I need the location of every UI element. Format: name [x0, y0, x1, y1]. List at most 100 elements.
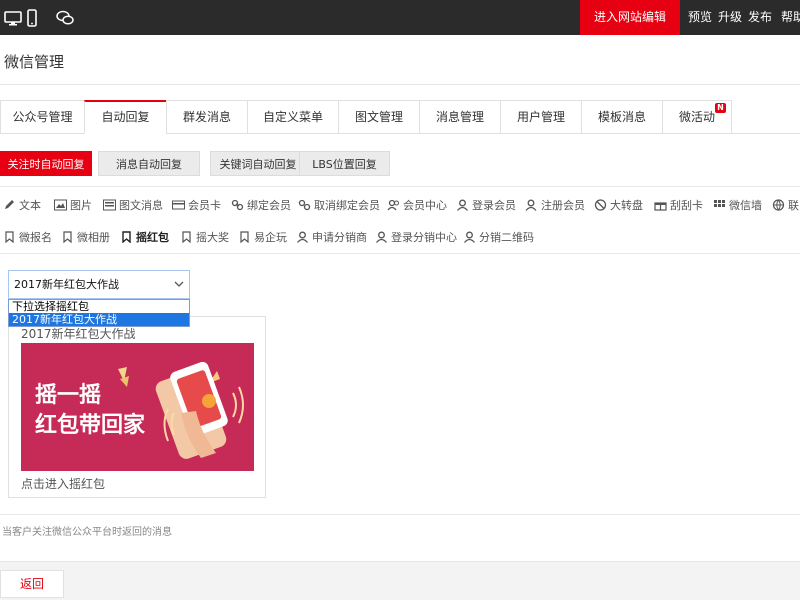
subtab-follow-auto-reply[interactable]: 关注时自动回复: [0, 151, 92, 176]
tool-distribution-qrcode[interactable]: 分销二维码: [463, 230, 534, 246]
help-link[interactable]: 帮助: [781, 0, 800, 35]
tool-shake-red-packet-label: 摇红包: [136, 231, 169, 244]
user-icon: [457, 199, 468, 211]
tool-image[interactable]: 图片: [54, 198, 92, 214]
subtab-message-auto-reply[interactable]: 消息自动回复: [98, 151, 200, 176]
tool-shake-prize-label: 摇大奖: [196, 231, 229, 244]
tool-scratch-card[interactable]: 刮刮卡: [654, 198, 703, 214]
divider: [0, 253, 800, 254]
tab-message-management[interactable]: 消息管理: [419, 100, 500, 134]
tool-shake-red-packet[interactable]: 摇红包: [120, 230, 169, 246]
tool-news-label: 图文消息: [119, 199, 163, 212]
tool-apply-distributor[interactable]: 申请分销商: [296, 230, 367, 246]
wechat-icon[interactable]: [56, 9, 74, 27]
card-title: 2017新年红包大作战: [21, 327, 136, 341]
globe-icon: [772, 199, 785, 211]
tab-micro-activity[interactable]: 微活动 N: [662, 100, 732, 134]
tool-login-member-label: 登录会员: [472, 199, 516, 212]
tool-unbind-member[interactable]: 取消绑定会员: [298, 198, 380, 214]
red-packet-select[interactable]: 2017新年红包大作战: [8, 270, 190, 299]
tool-register-member[interactable]: 注册会员: [525, 198, 585, 214]
tool-apply-distributor-label: 申请分销商: [312, 231, 367, 244]
tab-micro-activity-label: 微活动: [678, 110, 715, 124]
tool-wechat-wall-label: 微信墙: [729, 199, 762, 212]
user-add-icon: [525, 199, 537, 211]
red-packet-preview-card: 2017新年红包大作战 摇一摇 红包带回家 点击进入摇红包: [8, 316, 266, 498]
tool-yiqiwan-label: 易企玩: [254, 231, 287, 244]
tool-member-card[interactable]: 会员卡: [172, 198, 221, 214]
gift-icon: [654, 202, 667, 211]
tool-bind-member-label: 绑定会员: [247, 199, 291, 212]
publish-link[interactable]: 发布: [748, 0, 772, 35]
tool-micro-album-label: 微相册: [77, 231, 110, 244]
enter-site-editor-button[interactable]: 进入网站编辑: [580, 0, 680, 35]
tab-account-management[interactable]: 公众号管理: [0, 100, 84, 134]
divider: [0, 84, 800, 85]
top-bar: 进入网站编辑 预览 升级 发布 帮助: [0, 0, 800, 35]
divider: [0, 514, 800, 515]
tool-scratch-card-label: 刮刮卡: [670, 199, 703, 212]
page-title: 微信管理: [4, 53, 65, 71]
red-packet-dropdown: 下拉选择摇红包 2017新年红包大作战: [8, 299, 190, 327]
banner-slogan-line1: 摇一摇: [35, 383, 102, 408]
dropdown-option-placeholder[interactable]: 下拉选择摇红包: [9, 300, 189, 313]
tool-contact-label: 联系: [788, 199, 800, 212]
tool-contact[interactable]: 联系: [772, 198, 800, 214]
tab-mass-message[interactable]: 群发消息: [166, 100, 247, 134]
tool-distribution-qrcode-label: 分销二维码: [479, 231, 534, 244]
tool-member-center-label: 会员中心: [403, 199, 447, 212]
chevron-down-icon: [174, 281, 184, 287]
bottom-bar: [0, 561, 800, 600]
tool-image-label: 图片: [70, 199, 92, 212]
subtab-keyword-auto-reply[interactable]: 关键词自动回复: [210, 151, 306, 176]
wheel-icon: [594, 199, 607, 211]
tab-article-management[interactable]: 图文管理: [338, 100, 419, 134]
tool-bind-member[interactable]: 绑定会员: [231, 198, 291, 214]
tool-login-distribution-center[interactable]: 登录分销中心: [375, 230, 457, 246]
tool-micro-signup[interactable]: 微报名: [3, 230, 52, 246]
tool-big-wheel[interactable]: 大转盘: [594, 198, 643, 214]
tab-user-management[interactable]: 用户管理: [500, 100, 581, 134]
tool-login-member[interactable]: 登录会员: [456, 198, 516, 214]
divider: [0, 186, 800, 187]
tool-register-member-label: 注册会员: [541, 199, 585, 212]
back-button[interactable]: 返回: [0, 570, 64, 598]
enter-red-packet-link[interactable]: 点击进入摇红包: [21, 475, 105, 492]
dropdown-option-selected[interactable]: 2017新年红包大作战: [9, 313, 189, 326]
tool-news[interactable]: 图文消息: [103, 198, 163, 214]
subtab-lbs-reply[interactable]: LBS位置回复: [299, 151, 390, 176]
tool-login-distribution-center-label: 登录分销中心: [391, 231, 457, 244]
bookmark-icon: [240, 231, 249, 243]
preview-link[interactable]: 预览: [688, 0, 712, 35]
card-icon: [172, 200, 185, 210]
desktop-icon[interactable]: [4, 9, 22, 27]
user-icon: [464, 231, 475, 243]
tool-wechat-wall[interactable]: 微信墙: [713, 198, 762, 214]
upgrade-link[interactable]: 升级: [718, 0, 742, 35]
tab-auto-reply[interactable]: 自动回复: [84, 100, 166, 134]
red-packet-select-value: 2017新年红包大作战: [14, 278, 119, 291]
tool-yiqiwan[interactable]: 易企玩: [238, 230, 287, 246]
user-icon: [297, 231, 308, 243]
users-icon: [387, 199, 399, 211]
tab-custom-menu[interactable]: 自定义菜单: [247, 100, 338, 134]
banner-slogan-line2: 红包带回家: [35, 413, 146, 438]
mobile-icon[interactable]: [23, 9, 41, 27]
bookmark-icon: [182, 231, 191, 243]
tool-micro-album[interactable]: 微相册: [61, 230, 110, 246]
bookmark-icon: [63, 231, 72, 243]
tool-unbind-member-label: 取消绑定会员: [314, 199, 380, 212]
pencil-icon: [5, 200, 14, 209]
red-packet-banner: 摇一摇 红包带回家: [21, 343, 254, 471]
bookmark-icon: [122, 231, 131, 243]
user-icon: [376, 231, 387, 243]
tab-template-message[interactable]: 模板消息: [581, 100, 662, 134]
tool-micro-signup-label: 微报名: [19, 231, 52, 244]
bookmark-icon: [5, 231, 14, 243]
news-icon: [103, 199, 116, 211]
grid-icon: [714, 200, 725, 207]
tool-member-center[interactable]: 会员中心: [387, 198, 447, 214]
tool-text[interactable]: 文本: [3, 198, 41, 214]
tool-text-label: 文本: [19, 199, 41, 212]
tool-shake-prize[interactable]: 摇大奖: [180, 230, 229, 246]
